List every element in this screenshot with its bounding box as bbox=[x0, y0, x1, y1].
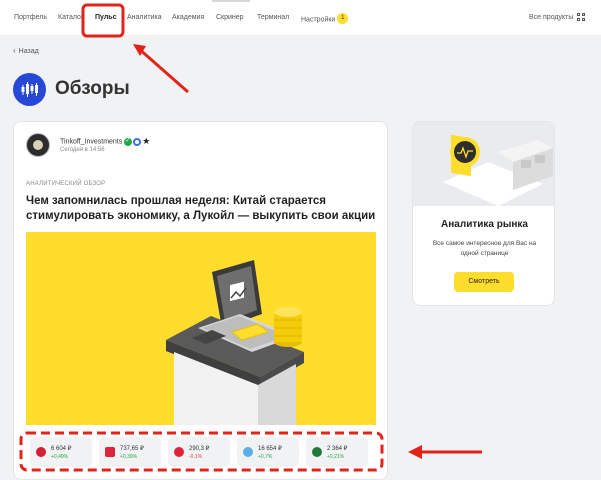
promo-card: Аналитика рынка Все самое интересное для… bbox=[412, 121, 555, 306]
all-products-link[interactable]: Все продукты bbox=[529, 14, 573, 21]
verified-check-icon bbox=[124, 137, 133, 146]
ticker-change: +0,7% bbox=[258, 454, 273, 460]
nav-catalog[interactable]: Каталог bbox=[58, 14, 83, 21]
chevron-left-icon: ‹ bbox=[13, 46, 16, 55]
ticker-list: 6 604 ₽ +0,49% 737,65 ₽ +0,39% 290,3 ₽ -… bbox=[26, 437, 376, 467]
ticker-price: 737,65 ₽ bbox=[120, 446, 144, 452]
star-icon: ★ bbox=[142, 136, 151, 146]
ticker-price: 16 654 ₽ bbox=[258, 446, 282, 452]
nav-screener[interactable]: Скринер bbox=[216, 14, 244, 21]
post-date: Сегодня в 14:56 bbox=[60, 147, 105, 153]
author-name: Tinkoff_Investments bbox=[60, 138, 123, 146]
magnit-logo-icon bbox=[36, 447, 46, 457]
back-label: Назад bbox=[18, 48, 39, 55]
scroll-indicator bbox=[212, 0, 250, 2]
blue-ring-icon bbox=[133, 137, 142, 146]
nav-terminal[interactable]: Терминал bbox=[257, 14, 289, 21]
ticker-change: +0,39% bbox=[120, 454, 138, 460]
promo-text: Все самое интересное для Вас на одной ст… bbox=[432, 240, 537, 257]
top-navigation: Портфель Каталог Пульс Аналитика Академи… bbox=[0, 0, 601, 36]
chain-logo-icon bbox=[243, 447, 253, 457]
arrow-to-pulse bbox=[137, 46, 189, 94]
ticker-item[interactable]: 737,65 ₽ +0,39% bbox=[99, 437, 161, 467]
candlestick-chart-icon bbox=[13, 73, 46, 106]
post-kind: АНАЛИТИЧЕСКИЙ ОБЗОР bbox=[26, 181, 106, 187]
ticker-price: 6 604 ₽ bbox=[51, 446, 72, 452]
back-link[interactable]: ‹ Назад bbox=[13, 46, 39, 55]
analytics-3d-illustration bbox=[413, 122, 554, 206]
post-headline[interactable]: Чем запомнилась прошлая неделя: Китай ст… bbox=[26, 194, 376, 224]
view-button[interactable]: Смотреть bbox=[454, 272, 514, 292]
nav-settings[interactable]: Настройки 1 bbox=[301, 13, 349, 25]
ticker-change: +0,49% bbox=[51, 454, 69, 460]
dots-logo-icon bbox=[174, 447, 184, 457]
notification-badge: 1 bbox=[337, 13, 349, 24]
nav-analytics[interactable]: Аналитика bbox=[127, 14, 162, 21]
ticker-change: +0,21% bbox=[327, 454, 345, 460]
ticker-item[interactable]: 16 654 ₽ +0,7% bbox=[237, 437, 299, 467]
post-author[interactable]: Tinkoff_Investments ★ bbox=[60, 136, 150, 147]
ticker-change: -0,1% bbox=[189, 454, 203, 460]
arrow-head-pulse bbox=[133, 44, 146, 56]
arrow-head-tickers bbox=[408, 445, 422, 459]
ticker-item[interactable]: 6 604 ₽ +0,49% bbox=[30, 437, 92, 467]
ticker-price: 2 364 ₽ bbox=[327, 446, 348, 452]
nav-settings-label: Настройки bbox=[301, 16, 336, 24]
lukoil-logo-icon bbox=[105, 447, 115, 457]
ticker-item[interactable]: 290,3 ₽ -0,1% bbox=[168, 437, 230, 467]
grid-apps-icon[interactable] bbox=[577, 13, 586, 22]
promo-title: Аналитика рынка bbox=[441, 219, 528, 230]
bank-logo-icon bbox=[312, 447, 322, 457]
ticker-price: 290,3 ₽ bbox=[189, 446, 210, 452]
author-avatar[interactable] bbox=[26, 133, 50, 157]
nav-portfolio[interactable]: Портфель bbox=[14, 14, 47, 21]
nav-academy[interactable]: Академия bbox=[172, 14, 204, 21]
ticker-item[interactable]: 2 364 ₽ +0,21% bbox=[306, 437, 368, 467]
post-card: Tinkoff_Investments ★ Сегодня в 14:56 АНА… bbox=[13, 121, 388, 480]
nav-pulse[interactable]: Пульс bbox=[95, 14, 116, 21]
page-title: Обзоры bbox=[55, 78, 130, 99]
post-illustration bbox=[26, 232, 376, 425]
